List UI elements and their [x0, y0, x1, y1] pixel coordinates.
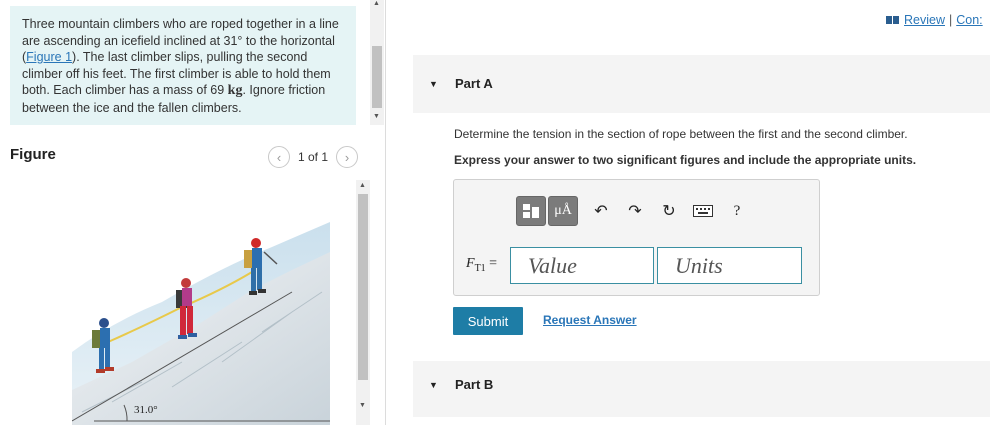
collapse-triangle-icon[interactable]: ▼	[429, 380, 438, 390]
scroll-thumb[interactable]	[358, 194, 368, 380]
undo-icon[interactable]: ↶	[588, 198, 614, 224]
constants-link[interactable]: Con:	[956, 13, 982, 27]
pager-text: 1 of 1	[298, 150, 329, 164]
units-input[interactable]: Units	[657, 247, 802, 284]
book-icon	[886, 16, 899, 24]
figure-pager: ‹ 1 of 1 ›	[268, 146, 359, 168]
help-icon[interactable]: ?	[724, 198, 750, 224]
part-a-header[interactable]: ▼ Part A	[413, 55, 990, 113]
scroll-up-icon[interactable]: ▲	[373, 0, 380, 7]
scroll-down-icon[interactable]: ▼	[373, 113, 380, 120]
review-link[interactable]: Review	[904, 13, 945, 27]
figure-scrollbar[interactable]: ▲ ▼	[356, 180, 370, 425]
angle-label: 31.0°	[134, 404, 158, 416]
instruction-text: Express your answer to two significant f…	[454, 153, 917, 167]
equals-sign: =	[485, 256, 498, 271]
problem-scrollbar[interactable]: ▲ ▼	[370, 0, 384, 125]
problem-statement: Three mountain climbers who are roped to…	[10, 6, 356, 125]
figure-header: Figure	[10, 146, 56, 163]
part-a-label: Part A	[455, 76, 493, 91]
figure-image: 31.0°	[72, 212, 330, 425]
chevron-right-icon[interactable]: ›	[336, 146, 359, 168]
scroll-thumb[interactable]	[372, 46, 382, 108]
collapse-triangle-icon[interactable]: ▼	[429, 79, 438, 89]
variable-label: FT1 =	[466, 256, 497, 274]
part-b-label: Part B	[455, 377, 494, 392]
pane-divider[interactable]	[385, 0, 386, 425]
link-separator: |	[949, 13, 953, 27]
question-text: Determine the tension in the section of …	[454, 127, 908, 141]
units-symbol-button[interactable]: μÅ	[548, 196, 578, 226]
submit-button[interactable]: Submit	[453, 307, 523, 335]
left-pane: Three mountain climbers who are roped to…	[0, 0, 370, 425]
chevron-left-icon[interactable]: ‹	[268, 146, 290, 168]
value-input[interactable]: Value	[510, 247, 654, 284]
math-toolbar: μÅ ↶ ↷ ↻ ?	[516, 196, 750, 226]
reset-icon[interactable]: ↻	[656, 198, 682, 224]
request-answer-link[interactable]: Request Answer	[543, 313, 637, 327]
keyboard-icon[interactable]	[690, 198, 716, 224]
redo-icon[interactable]: ↷	[622, 198, 648, 224]
mass-unit: kg	[227, 83, 243, 98]
template-icon[interactable]	[516, 196, 546, 226]
part-b-header[interactable]: ▼ Part B	[413, 361, 990, 417]
variable-subscript: T1	[474, 262, 486, 274]
review-links: Review | Con:	[886, 13, 983, 27]
figure-link[interactable]: Figure 1	[26, 50, 72, 64]
scroll-up-icon[interactable]: ▲	[359, 182, 366, 189]
variable-symbol: F	[466, 256, 475, 271]
scroll-down-icon[interactable]: ▼	[359, 402, 366, 409]
